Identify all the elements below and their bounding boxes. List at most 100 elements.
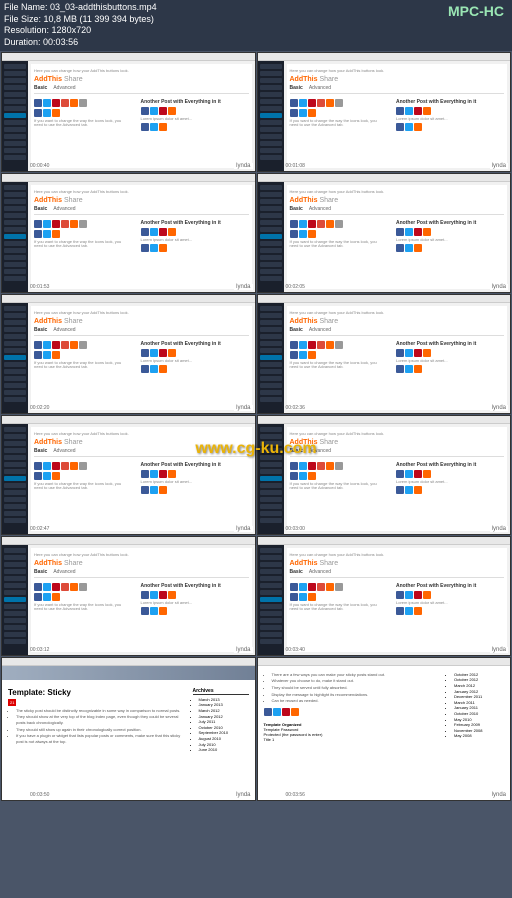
sidebar-menu-item[interactable]	[260, 504, 282, 509]
sidebar-menu-item[interactable]	[260, 213, 282, 218]
sidebar-menu-item[interactable]	[4, 490, 26, 495]
facebook-icon[interactable]	[141, 607, 149, 615]
addthis-icon[interactable]	[423, 470, 431, 478]
more-icon[interactable]	[79, 462, 87, 470]
facebook-icon[interactable]	[34, 230, 42, 238]
facebook-icon[interactable]	[34, 351, 42, 359]
sidebar-menu-item[interactable]	[4, 262, 26, 267]
twitter-icon[interactable]	[43, 462, 51, 470]
sidebar-menu-item[interactable]	[260, 348, 282, 353]
sidebar-menu-item[interactable]	[260, 604, 282, 609]
pinterest-icon[interactable]	[52, 462, 60, 470]
sidebar-menu-item[interactable]	[260, 120, 282, 125]
sidebar-menu-item[interactable]	[4, 120, 26, 125]
sidebar-menu-item[interactable]	[260, 341, 282, 346]
twitter-icon[interactable]	[150, 244, 158, 252]
sidebar-menu-item[interactable]	[260, 313, 282, 318]
sidebar-menu-item[interactable]	[4, 441, 26, 446]
sidebar-menu-item[interactable]	[260, 255, 282, 260]
facebook-icon[interactable]	[34, 462, 42, 470]
sidebar-menu-item[interactable]	[4, 639, 26, 644]
more-icon[interactable]	[335, 220, 343, 228]
sidebar-menu-item[interactable]	[4, 562, 26, 567]
sidebar-menu-item[interactable]	[4, 269, 26, 274]
sidebar-menu-item[interactable]	[260, 497, 282, 502]
sidebar-menu-item[interactable]	[260, 64, 282, 69]
sidebar-menu-item[interactable]	[4, 355, 26, 360]
sidebar-menu-item[interactable]	[4, 341, 26, 346]
facebook-icon[interactable]	[141, 349, 149, 357]
sidebar-menu-item[interactable]	[4, 497, 26, 502]
sidebar-menu-item[interactable]	[4, 199, 26, 204]
sidebar-menu-item[interactable]	[4, 397, 26, 402]
sidebar-menu-item[interactable]	[4, 369, 26, 374]
addthis-icon[interactable]	[168, 107, 176, 115]
tab-basic[interactable]: Basic	[34, 327, 47, 333]
addthis-icon[interactable]	[70, 220, 78, 228]
facebook-icon[interactable]	[34, 341, 42, 349]
sidebar-menu-item[interactable]	[260, 618, 282, 623]
facebook-icon[interactable]	[34, 593, 42, 601]
tab-advanced[interactable]: Advanced	[53, 327, 75, 333]
twitter-icon[interactable]	[150, 123, 158, 131]
addthis-icon[interactable]	[308, 593, 316, 601]
sidebar-menu-item[interactable]	[4, 192, 26, 197]
twitter-icon[interactable]	[150, 486, 158, 494]
addthis-icon[interactable]	[168, 591, 176, 599]
sidebar-menu-item[interactable]	[260, 248, 282, 253]
sidebar-menu-item[interactable]	[260, 355, 282, 360]
pinterest-icon[interactable]	[414, 107, 422, 115]
googleplus-icon[interactable]	[317, 583, 325, 591]
sidebar-menu-item[interactable]	[260, 71, 282, 76]
sidebar-menu-item[interactable]	[260, 639, 282, 644]
sidebar-menu-item[interactable]	[4, 383, 26, 388]
sidebar-menu-item[interactable]	[4, 518, 26, 523]
sidebar-menu-item[interactable]	[260, 469, 282, 474]
tab-advanced[interactable]: Advanced	[53, 448, 75, 454]
sidebar-menu-item[interactable]	[260, 141, 282, 146]
sidebar-menu-item[interactable]	[4, 276, 26, 281]
sidebar-menu-item[interactable]	[4, 234, 26, 239]
facebook-icon[interactable]	[141, 123, 149, 131]
sidebar-menu-item[interactable]	[4, 241, 26, 246]
video-thumbnail[interactable]: Here you can change how your AddThis but…	[1, 52, 256, 172]
googleplus-icon[interactable]	[317, 99, 325, 107]
pinterest-icon[interactable]	[52, 99, 60, 107]
twitter-icon[interactable]	[299, 583, 307, 591]
more-icon[interactable]	[79, 583, 87, 591]
sidebar-menu-item[interactable]	[260, 206, 282, 211]
sidebar-menu-item[interactable]	[4, 376, 26, 381]
sidebar-menu-item[interactable]	[260, 85, 282, 90]
addthis-icon[interactable]	[70, 583, 78, 591]
addthis-icon[interactable]	[159, 486, 167, 494]
sidebar-menu-item[interactable]	[260, 362, 282, 367]
more-icon[interactable]	[335, 462, 343, 470]
sidebar-menu-item[interactable]	[4, 597, 26, 602]
facebook-icon[interactable]	[141, 470, 149, 478]
sidebar-menu-item[interactable]	[260, 369, 282, 374]
facebook-icon[interactable]	[34, 99, 42, 107]
sidebar-menu-item[interactable]	[4, 511, 26, 516]
sidebar-menu-item[interactable]	[260, 99, 282, 104]
sidebar-menu-item[interactable]	[260, 78, 282, 83]
sidebar-menu-item[interactable]	[4, 427, 26, 432]
tab-basic[interactable]: Basic	[290, 206, 303, 212]
tab-advanced[interactable]: Advanced	[309, 206, 331, 212]
sidebar-menu-item[interactable]	[4, 255, 26, 260]
facebook-icon[interactable]	[396, 123, 404, 131]
sidebar-menu-item[interactable]	[260, 597, 282, 602]
facebook-icon[interactable]	[396, 607, 404, 615]
pinterest-icon[interactable]	[308, 462, 316, 470]
twitter-icon[interactable]	[299, 593, 307, 601]
facebook-icon[interactable]	[396, 244, 404, 252]
facebook-icon[interactable]	[290, 462, 298, 470]
pinterest-icon[interactable]	[308, 341, 316, 349]
facebook-icon[interactable]	[290, 583, 298, 591]
video-thumbnail[interactable]: Template: Sticky 21 The sticky post shou…	[1, 657, 256, 801]
googleplus-icon[interactable]	[317, 462, 325, 470]
addthis-icon[interactable]	[308, 230, 316, 238]
sidebar-menu-item[interactable]	[4, 390, 26, 395]
sidebar-menu-item[interactable]	[260, 327, 282, 332]
more-icon[interactable]	[79, 220, 87, 228]
more-icon[interactable]	[79, 341, 87, 349]
